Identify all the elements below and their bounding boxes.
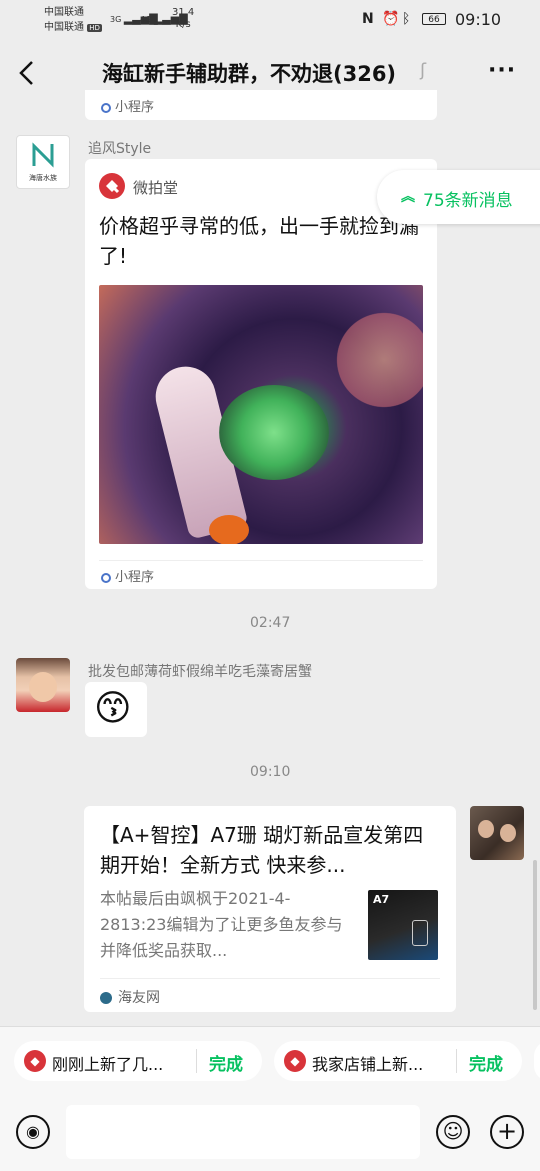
haiyou-logo-icon [100, 992, 112, 1004]
weipaitang-logo-icon: ◆ [24, 1050, 46, 1072]
phone-icon [412, 920, 428, 946]
divider [456, 1049, 457, 1073]
link-title: 【A+智控】A7珊 瑚灯新品宣发第四期开始！全新方式 快来参... [100, 823, 424, 877]
plus-icon: + [496, 1117, 518, 1145]
thumbnail-label: A7 [373, 893, 390, 906]
mute-ear-icon: ʃ [420, 60, 427, 81]
battery-icon: 66 [422, 13, 446, 25]
my-avatar[interactable] [470, 806, 524, 860]
done-button[interactable]: 完成 [209, 1050, 243, 1075]
sender-name: 批发包邮薄荷虾假绵羊吃毛藻寄居蟹 [88, 664, 312, 680]
card-source-label: 小程序 [115, 570, 155, 585]
card-source: 小程序 [101, 566, 154, 585]
double-up-arrow-icon: ︽ [401, 189, 415, 205]
quick-reply-chip[interactable]: ◆ 刚刚上新了几... 完成 [14, 1041, 262, 1081]
avatar-face [29, 672, 57, 702]
previous-card-source-label: 小程序 [115, 100, 155, 115]
new-messages-pill[interactable]: ︽ 75条新消息 [377, 170, 540, 224]
speed-unit: K/s [175, 19, 191, 30]
done-button[interactable]: 完成 [469, 1050, 503, 1075]
divider [99, 560, 423, 561]
net-type-2: 4G [140, 15, 152, 24]
product-image[interactable] [99, 285, 423, 544]
divider [196, 1049, 197, 1073]
carrier-2-label: 中国联通 [44, 22, 84, 33]
avatar-label: 海唐水族 [29, 174, 57, 182]
sender-name: 追风Style [88, 141, 152, 157]
speed-value: 31.4 [172, 7, 195, 18]
app-name: 微拍堂 [133, 179, 179, 197]
network-speed: 31.4 K/s [172, 7, 194, 31]
mini-program-card[interactable]: 微拍堂 价格超乎寻常的低，出一手就捡到漏了! 小程序 [85, 159, 437, 589]
link-thumbnail: A7 [368, 890, 438, 960]
voice-icon: ◉ [26, 1122, 40, 1141]
mini-program-icon [101, 572, 111, 583]
more-button[interactable]: ··· [488, 58, 516, 83]
carrier-2: 中国联通 HD [44, 21, 102, 35]
timestamp: 09:10 [250, 764, 291, 780]
link-card[interactable]: 【A+智控】A7珊 瑚灯新品宣发第四期开始！全新方式 快来参... 本帖最后由飒… [84, 806, 456, 1012]
kissing-emoji-icon: 😙 [94, 688, 132, 729]
status-time: 09:10 [455, 10, 502, 29]
timestamp: 02:47 [250, 615, 291, 631]
previous-card[interactable]: 小程序 [85, 90, 437, 120]
link-source-label: 海友网 [118, 990, 160, 1006]
link-source: 海友网 [100, 987, 160, 1007]
avatar[interactable]: 海唐水族 [16, 135, 70, 189]
card-title: 价格超乎寻常的低，出一手就捡到漏了! [99, 214, 419, 268]
mini-program-icon [101, 102, 111, 113]
quick-reply-text: 刚刚上新了几... [52, 1055, 164, 1074]
carrier-1: 中国联通 [44, 7, 84, 18]
alarm-icon: ⏰ [382, 11, 400, 27]
emoji-button[interactable]: ☺ [436, 1115, 470, 1149]
new-messages-label: 75条新消息 [423, 191, 513, 211]
avatar[interactable] [16, 658, 70, 712]
link-description: 本帖最后由飒枫于2021-4-2813:23编辑为了让更多鱼友参与并降低奖品获取… [100, 889, 343, 960]
shrimp-tail [209, 515, 249, 544]
coral-bg-shape [329, 305, 423, 415]
emoji-message[interactable]: 😙 [85, 682, 147, 737]
scrollbar[interactable] [533, 860, 537, 1010]
coral-shape [219, 385, 329, 480]
net-type-1: 3G [110, 15, 122, 24]
bluetooth-icon: ᛒ [402, 11, 411, 27]
nfc-icon: N [362, 11, 374, 27]
avatar-face [500, 824, 516, 842]
weipaitang-logo-icon [99, 173, 125, 199]
quick-reply-chip[interactable]: ◆ 我家店铺上新... 完成 [274, 1041, 522, 1081]
quick-reply-text: 我家店铺上新... [312, 1055, 424, 1074]
smiley-icon: ☺ [442, 1119, 464, 1143]
plus-button[interactable]: + [490, 1115, 524, 1149]
avatar-face [478, 820, 494, 838]
voice-button[interactable]: ◉ [16, 1115, 50, 1149]
divider [100, 978, 440, 979]
brand-logo-icon [31, 142, 55, 168]
back-arrow-icon [19, 61, 33, 85]
weipaitang-logo-icon: ◆ [284, 1050, 306, 1072]
message-input[interactable] [66, 1105, 420, 1159]
back-button[interactable] [18, 58, 36, 88]
chat-title: 海缸新手辅助群，不劝退(326) [102, 62, 397, 86]
hd-badge: HD [87, 24, 102, 32]
previous-card-source: 小程序 [101, 96, 154, 115]
